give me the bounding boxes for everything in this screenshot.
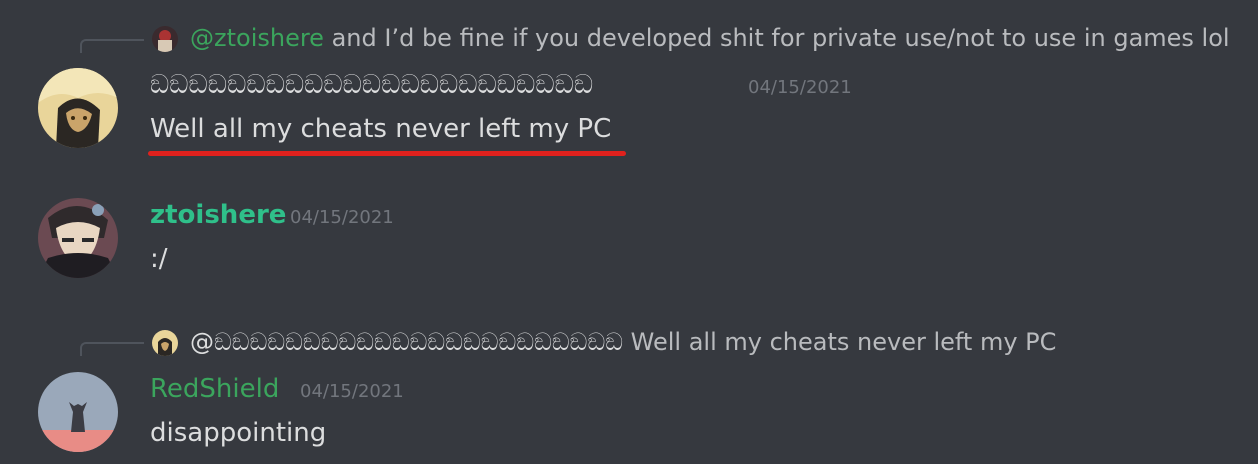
message-timestamp: 04/15/2021 xyxy=(300,381,404,402)
reply-preview[interactable]: @ඞඞඞඞඞඞඞඞඞඞඞඞඞඞඞඞඞඞඞඞඞඞඞ Well all my che… xyxy=(190,328,1056,356)
reply-avatar-ztoishere[interactable] xyxy=(152,26,178,52)
message-timestamp: 04/15/2021 xyxy=(290,207,394,228)
reply-text: Well all my cheats never left my PC xyxy=(630,328,1057,356)
message-timestamp: 04/15/2021 xyxy=(748,77,852,98)
reply-text: and I’d be fine if you developed shit fo… xyxy=(331,24,1230,52)
author-name[interactable]: ztoishere xyxy=(150,200,286,230)
reply-mention[interactable]: @ඞඞඞඞඞඞඞඞඞඞඞඞඞඞඞඞඞඞඞඞඞඞඞ xyxy=(190,328,623,356)
avatar[interactable] xyxy=(38,372,118,452)
author-name[interactable]: RedShield xyxy=(150,374,279,404)
message-content: disappointing xyxy=(150,418,327,448)
reply-avatar-amogus[interactable] xyxy=(152,330,178,356)
message-content: :/ xyxy=(150,244,168,274)
reply-preview[interactable]: @ztoishere and I’d be fine if you develo… xyxy=(190,24,1230,52)
reply-mention[interactable]: @ztoishere xyxy=(190,24,324,52)
reply-connector xyxy=(80,39,144,53)
avatar[interactable] xyxy=(38,198,118,278)
reply-connector xyxy=(80,342,144,356)
avatar[interactable] xyxy=(38,68,118,148)
red-underline-annotation xyxy=(148,151,626,156)
author-name[interactable]: ඞඞඞඞඞඞඞඞඞඞඞඞඞඞඞඞඞඞඞඞඞඞඞ xyxy=(150,70,593,101)
message-content: Well all my cheats never left my PC xyxy=(150,114,612,144)
